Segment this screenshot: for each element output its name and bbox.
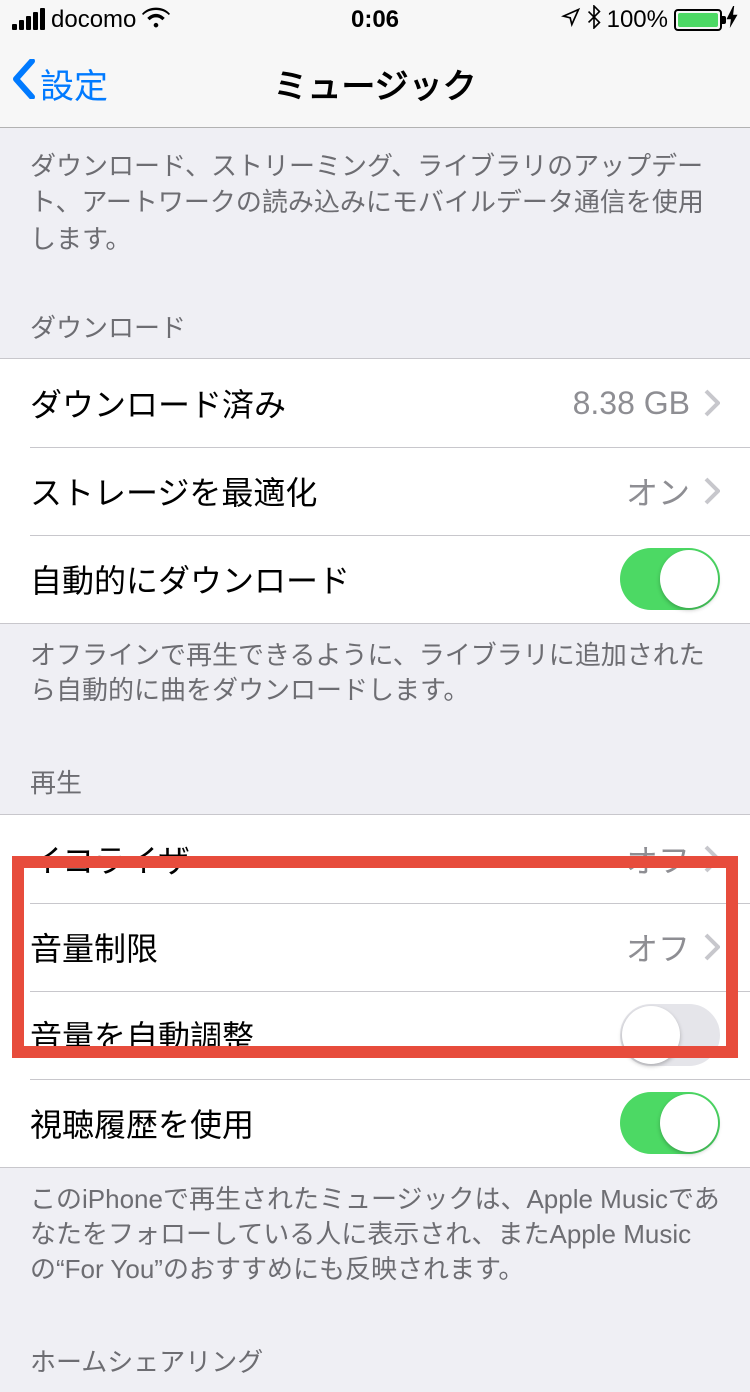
- downloaded-cell[interactable]: ダウンロード済み 8.38 GB: [0, 359, 750, 447]
- status-time: 0:06: [351, 6, 399, 34]
- sound-check-switch[interactable]: [620, 1004, 720, 1066]
- volume-limit-label: 音量制限: [30, 924, 626, 970]
- eq-value: オフ: [626, 836, 690, 882]
- playback-group: イコライザ オフ 音量制限 オフ 音量を自動調整 視聴履歴を使用: [0, 814, 750, 1168]
- chevron-right-icon: [704, 477, 720, 505]
- charging-icon: [726, 6, 738, 34]
- battery-icon: [674, 9, 722, 31]
- eq-label: イコライザ: [30, 836, 626, 882]
- listening-history-switch[interactable]: [620, 1092, 720, 1154]
- carrier-label: docomo: [51, 6, 136, 34]
- location-icon: [561, 6, 581, 34]
- back-button[interactable]: 設定: [12, 59, 108, 108]
- optimize-label: ストレージを最適化: [30, 468, 626, 514]
- listening-history-cell: 視聴履歴を使用: [0, 1079, 750, 1167]
- volume-limit-value: オフ: [626, 924, 690, 970]
- signal-icon: [12, 10, 45, 30]
- auto-download-cell: 自動的にダウンロード: [0, 535, 750, 623]
- downloaded-label: ダウンロード済み: [30, 380, 573, 426]
- nav-bar: 設定 ミュージック: [0, 40, 750, 128]
- download-footer: オフラインで再生できるように、ライブラリに追加されたら自動的に曲をダウンロードし…: [0, 624, 750, 738]
- sound-check-label: 音量を自動調整: [30, 1012, 620, 1058]
- download-group: ダウンロード済み 8.38 GB ストレージを最適化 オン 自動的にダウンロード: [0, 358, 750, 624]
- auto-download-label: 自動的にダウンロード: [30, 556, 620, 602]
- chevron-right-icon: [704, 845, 720, 873]
- chevron-right-icon: [704, 933, 720, 961]
- optimize-value: オン: [626, 468, 690, 514]
- equalizer-cell[interactable]: イコライザ オフ: [0, 815, 750, 903]
- status-right: 100%: [561, 5, 738, 36]
- cellular-description: ダウンロード、ストリーミング、ライブラリのアップデート、アートワークの読み込みに…: [0, 128, 750, 283]
- listening-history-label: 視聴履歴を使用: [30, 1100, 620, 1146]
- volume-limit-cell[interactable]: 音量制限 オフ: [0, 903, 750, 991]
- wifi-icon: [142, 6, 170, 35]
- playback-header: 再生: [0, 738, 750, 813]
- sound-check-cell: 音量を自動調整: [0, 991, 750, 1079]
- page-title: ミュージック: [273, 59, 476, 108]
- chevron-left-icon: [12, 59, 36, 108]
- home-sharing-header: ホームシェアリング: [0, 1317, 750, 1392]
- status-left: docomo: [12, 6, 170, 35]
- download-header: ダウンロード: [0, 283, 750, 358]
- bluetooth-icon: [587, 5, 601, 36]
- playback-footer: このiPhoneで再生されたミュージックは、Apple Musicであなたをフォ…: [0, 1168, 750, 1317]
- downloaded-value: 8.38 GB: [573, 385, 690, 422]
- status-bar: docomo 0:06 100%: [0, 0, 750, 40]
- back-label: 設定: [40, 59, 108, 108]
- battery-percent: 100%: [607, 6, 668, 34]
- optimize-storage-cell[interactable]: ストレージを最適化 オン: [0, 447, 750, 535]
- chevron-right-icon: [704, 389, 720, 417]
- auto-download-switch[interactable]: [620, 548, 720, 610]
